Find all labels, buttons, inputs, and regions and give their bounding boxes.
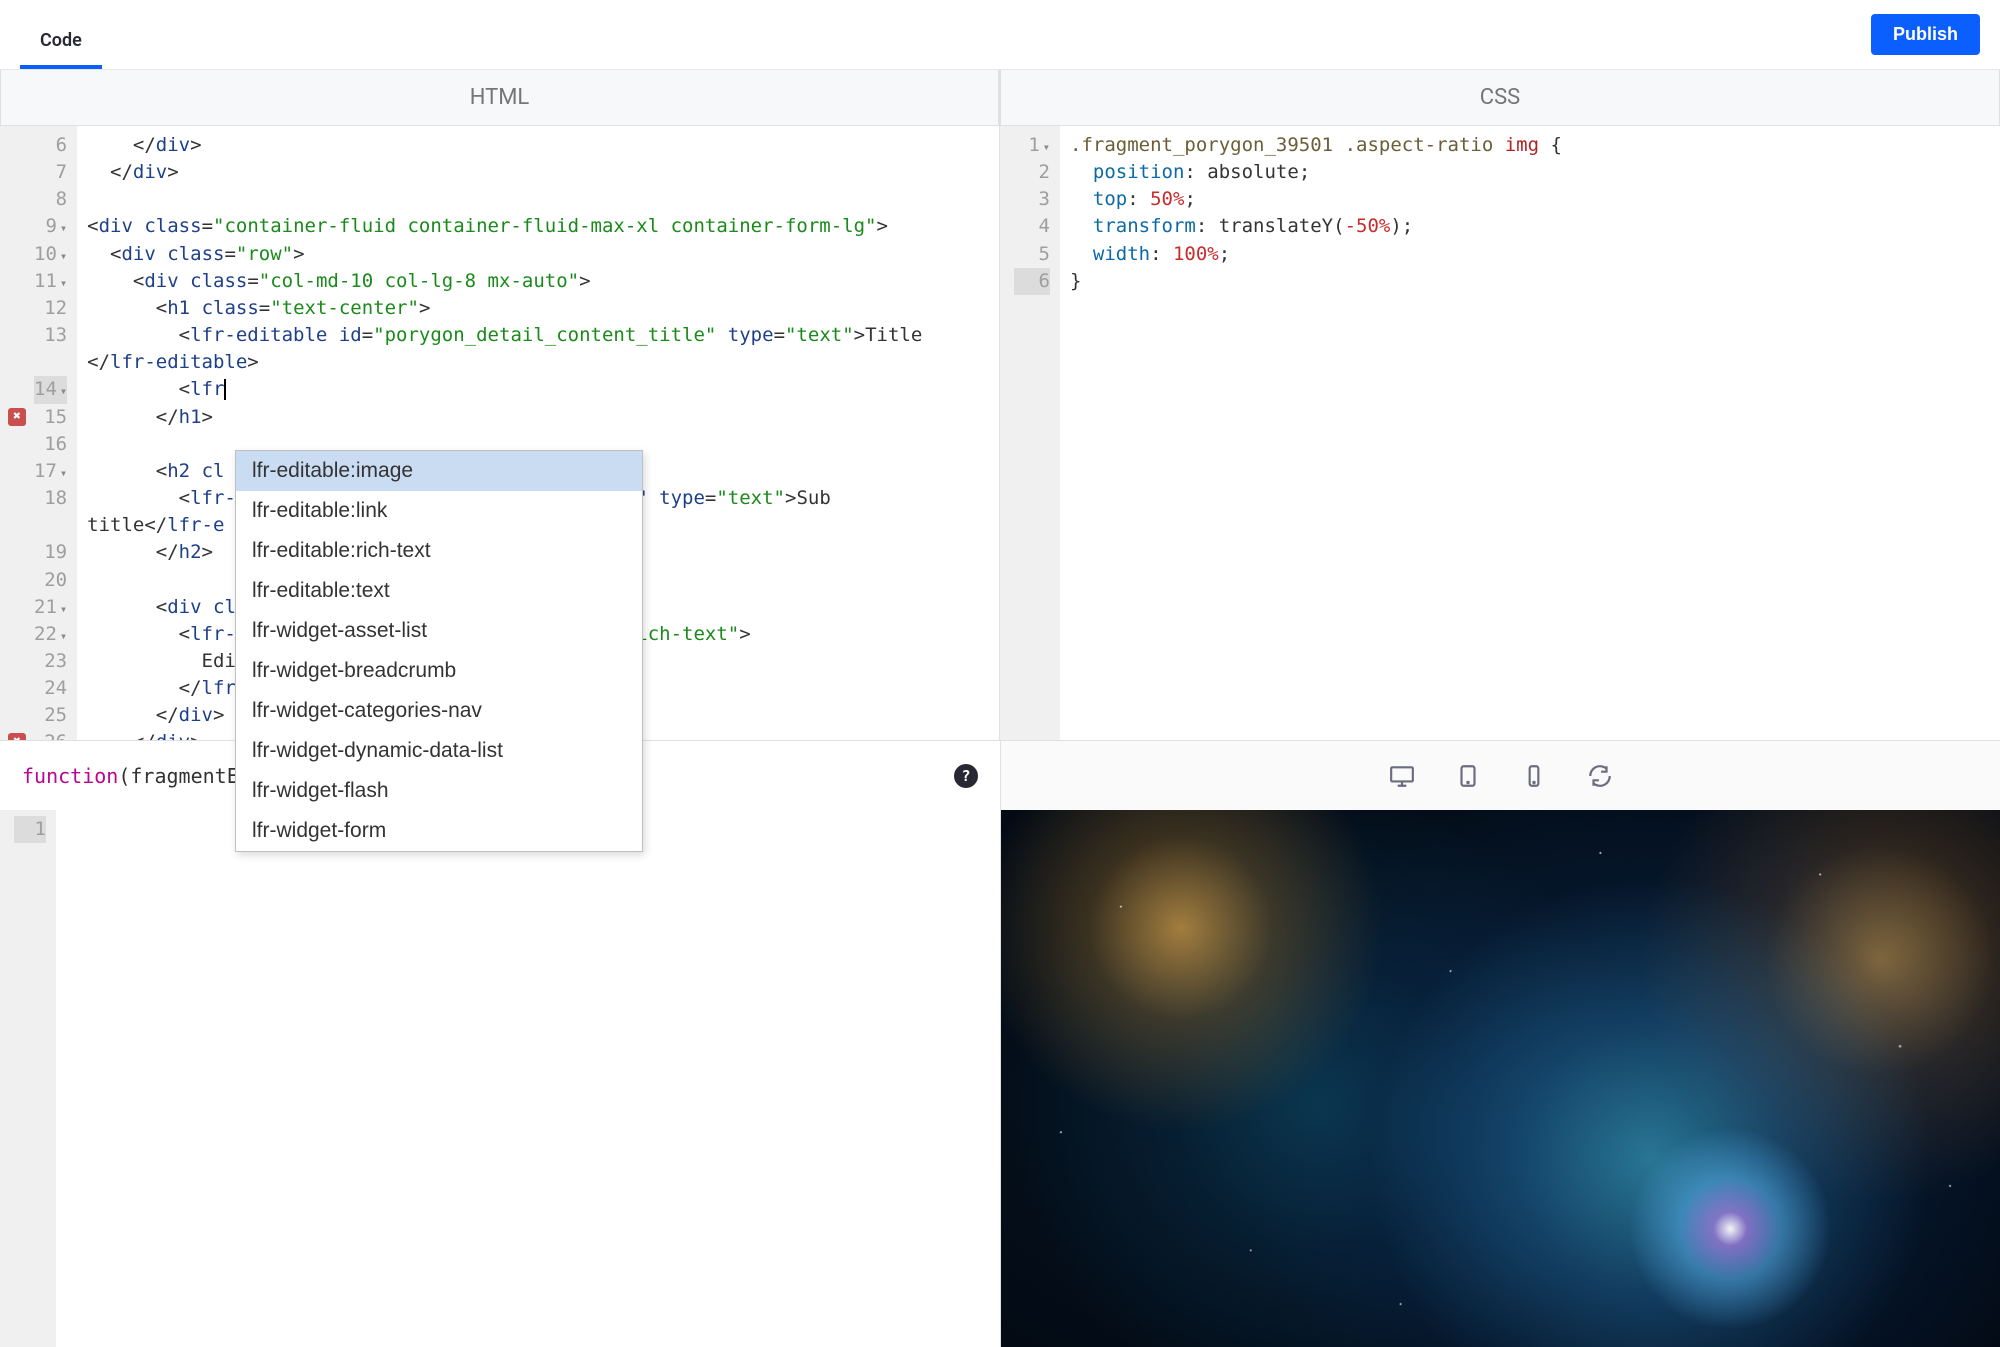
autocomplete-item[interactable]: lfr-widget-form [236,811,642,851]
html-editor-pane: HTML 678910111213 14✖15161718 1920212223… [0,70,1000,740]
tab-code[interactable]: Code [20,30,102,69]
html-gutter: 678910111213 14✖15161718 19202122232425✖… [0,126,77,740]
autocomplete-item[interactable]: lfr-editable:link [236,491,642,531]
autocomplete-item[interactable]: lfr-editable:rich-text [236,531,642,571]
js-code-area[interactable] [56,810,1000,1347]
js-editor[interactable]: 1 [0,810,1000,1347]
css-editor[interactable]: 123456 .fragment_porygon_39501 .aspect-r… [1000,126,2000,740]
refresh-icon[interactable] [1587,763,1613,789]
tabs: Code [20,0,102,69]
preview-toolbar [1000,740,2000,810]
css-panel-header: CSS [1000,70,2000,126]
css-editor-pane: CSS 123456 .fragment_porygon_39501 .aspe… [1000,70,2000,740]
autocomplete-item[interactable]: lfr-widget-flash [236,771,642,811]
autocomplete-item[interactable]: lfr-widget-breadcrumb [236,651,642,691]
autocomplete-item[interactable]: lfr-widget-categories-nav [236,691,642,731]
help-icon[interactable]: ? [954,764,978,788]
autocomplete-item[interactable]: lfr-widget-dynamic-data-list [236,731,642,771]
autocomplete-item[interactable]: lfr-widget-asset-list [236,611,642,651]
css-code-area[interactable]: .fragment_porygon_39501 .aspect-ratio im… [1060,126,2000,740]
js-signature-keyword: function [22,764,118,788]
error-icon: ✖ [8,408,26,426]
mobile-icon[interactable] [1521,763,1547,789]
css-gutter: 123456 [1000,126,1060,740]
autocomplete-item[interactable]: lfr-editable:image [236,451,642,491]
error-icon: ✖ [8,733,26,740]
autocomplete-item[interactable]: lfr-editable:text [236,571,642,611]
preview-panel [1000,810,2000,1347]
topbar: Code Publish [0,0,2000,70]
js-gutter: 1 [0,810,56,1347]
autocomplete-popup[interactable]: lfr-editable:imagelfr-editable:linklfr-e… [235,450,643,852]
publish-button[interactable]: Publish [1871,14,1980,55]
html-panel-header: HTML [0,70,999,126]
preview-image [1001,810,2000,1347]
desktop-icon[interactable] [1389,763,1415,789]
tablet-icon[interactable] [1455,763,1481,789]
